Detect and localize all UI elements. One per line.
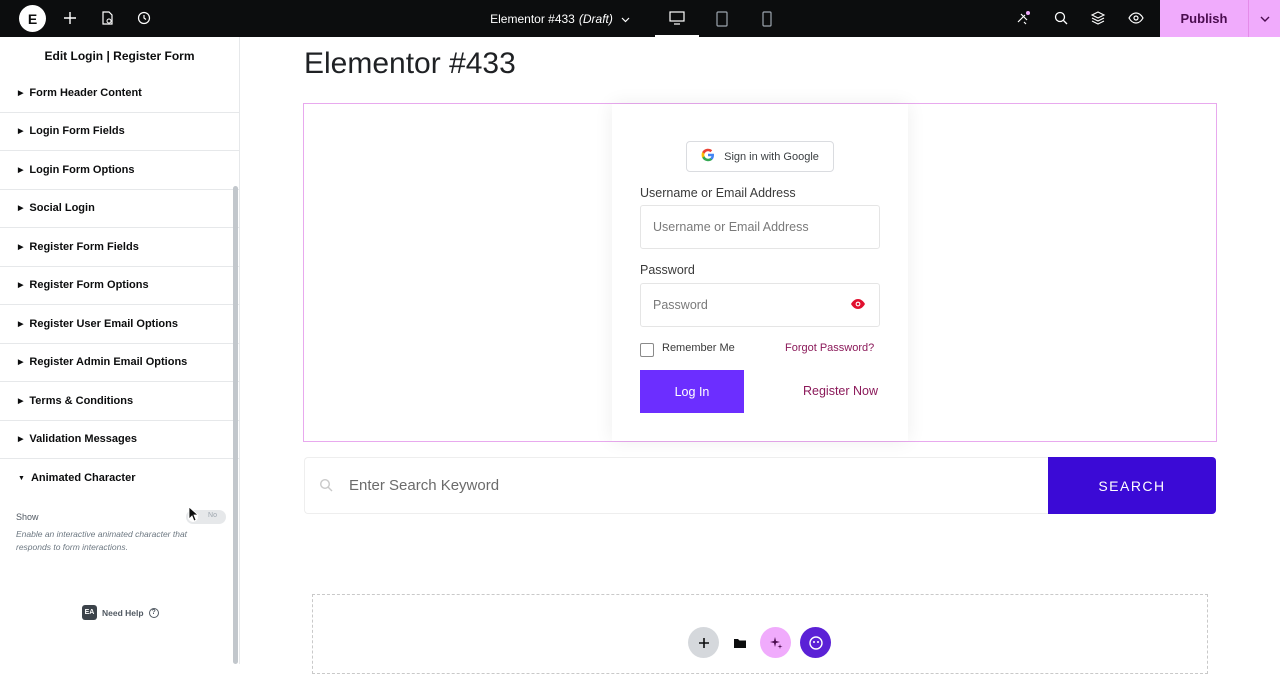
section-label: Validation Messages — [29, 433, 137, 446]
chevron-down-icon — [621, 12, 630, 26]
section-label: Animated Character — [30, 472, 136, 485]
section-label: Register Admin Email Options — [29, 356, 188, 369]
add-section-plus-icon[interactable] — [688, 627, 719, 658]
show-description: Enable an interactive animated character… — [16, 529, 188, 552]
section-label: Register Form Options — [29, 279, 149, 292]
password-input[interactable]: Password — [640, 283, 880, 327]
ai-sparkle-icon[interactable] — [760, 627, 791, 658]
caret-right-icon: ▶ — [18, 320, 24, 328]
add-section-drop-zone[interactable] — [312, 594, 1208, 674]
section-label: Register Form Fields — [29, 240, 139, 253]
log-in-button[interactable]: Log In — [640, 370, 744, 413]
tablet-view-icon[interactable] — [700, 0, 744, 37]
password-label: Password — [640, 263, 695, 277]
forgot-password-link[interactable]: Forgot Password? — [785, 342, 874, 354]
sidebar-section-register-admin-email-options[interactable]: ▶ Register Admin Email Options — [0, 344, 239, 382]
caret-right-icon: ▶ — [18, 166, 24, 174]
caret-right-icon: ▶ — [18, 359, 24, 367]
add-template-folder-icon[interactable] — [724, 627, 755, 658]
need-help-label: Need Help — [102, 607, 144, 618]
sidebar-section-validation-messages[interactable]: ▶ Validation Messages — [0, 421, 239, 459]
sidebar-section-register-user-email-options[interactable]: ▶ Register User Email Options — [0, 305, 239, 344]
caret-right-icon: ▶ — [18, 89, 24, 97]
search-icon[interactable] — [1051, 8, 1071, 28]
section-label: Login Form Fields — [29, 125, 125, 138]
desktop-view-icon[interactable] — [655, 0, 699, 37]
history-icon[interactable] — [134, 8, 154, 28]
preview-eye-icon[interactable] — [1126, 8, 1146, 28]
sidebar-section-register-form-options[interactable]: ▶ Register Form Options — [0, 267, 239, 305]
section-label: Login Form Options — [29, 163, 135, 176]
section-label: Register User Email Options — [29, 317, 178, 330]
need-help-link[interactable]: EA Need Help ? — [82, 605, 159, 620]
sidebar-section-form-header-content[interactable]: ▶ Form Header Content — [0, 74, 239, 113]
page-settings-icon[interactable] — [97, 8, 117, 28]
google-icon — [701, 148, 715, 165]
publish-button[interactable]: Publish — [1160, 0, 1248, 37]
sidebar-section-login-form-fields[interactable]: ▶ Login Form Fields — [0, 113, 239, 151]
show-label: Show — [16, 512, 39, 522]
sidebar-section-register-form-fields[interactable]: ▶ Register Form Fields — [0, 228, 239, 267]
top-bar: E Elementor #433 (Draft) Publish — [0, 0, 1280, 37]
caret-right-icon: ▶ — [18, 243, 24, 251]
google-signin-button[interactable]: Sign in with Google — [686, 141, 834, 172]
essential-addons-templates-icon[interactable] — [800, 627, 831, 658]
section-label: Terms & Conditions — [29, 394, 134, 407]
section-label: Social Login — [29, 202, 95, 215]
mobile-view-icon[interactable] — [745, 0, 789, 37]
sidebar-section-animated-character[interactable]: ▼ Animated Character — [0, 459, 239, 498]
publish-options-chevron-icon[interactable] — [1248, 0, 1280, 37]
remember-me-label: Remember Me — [662, 342, 735, 354]
show-password-eye-icon[interactable] — [850, 297, 866, 311]
structure-layers-icon[interactable] — [1088, 8, 1108, 28]
caret-right-icon: ▶ — [18, 282, 24, 290]
caret-right-icon: ▶ — [18, 436, 24, 444]
sidebar-section-social-login[interactable]: ▶ Social Login — [0, 190, 239, 228]
remember-me-checkbox[interactable] — [640, 343, 654, 357]
search-button[interactable]: SEARCH — [1048, 457, 1216, 514]
toggle-text: No — [208, 512, 217, 519]
caret-right-icon: ▶ — [18, 397, 24, 405]
panel-title: Edit Login | Register Form — [44, 48, 195, 63]
mouse-cursor-icon — [188, 506, 200, 522]
page-title: Elementor #433 — [304, 47, 516, 80]
add-element-icon[interactable] — [60, 8, 80, 28]
notifications-icon[interactable] — [1013, 8, 1033, 28]
search-keyword-input[interactable]: Enter Search Keyword — [304, 457, 1050, 514]
caret-right-icon: ▶ — [18, 128, 24, 136]
elementor-logo[interactable]: E — [19, 5, 46, 32]
essential-addons-icon: EA — [82, 605, 97, 620]
register-now-link[interactable]: Register Now — [803, 384, 878, 398]
caret-down-icon: ▼ — [18, 474, 25, 482]
editor-panel: Edit Login | Register Form ▶ Form Header … — [0, 37, 240, 664]
search-magnifier-icon — [319, 478, 333, 492]
section-label: Form Header Content — [29, 86, 142, 99]
help-question-icon: ? — [148, 607, 159, 618]
sidebar-section-login-form-options[interactable]: ▶ Login Form Options — [0, 151, 239, 190]
document-title[interactable]: Elementor #433 (Draft) — [480, 0, 640, 37]
panel-scrollbar[interactable] — [233, 186, 238, 664]
sidebar-section-terms-conditions[interactable]: ▶ Terms & Conditions — [0, 382, 239, 421]
search-form: Enter Search Keyword SEARCH — [304, 457, 1216, 514]
username-label: Username or Email Address — [640, 186, 796, 200]
username-input[interactable]: Username or Email Address — [640, 205, 880, 249]
google-button-label: Sign in with Google — [724, 150, 819, 163]
caret-right-icon: ▶ — [18, 205, 24, 213]
